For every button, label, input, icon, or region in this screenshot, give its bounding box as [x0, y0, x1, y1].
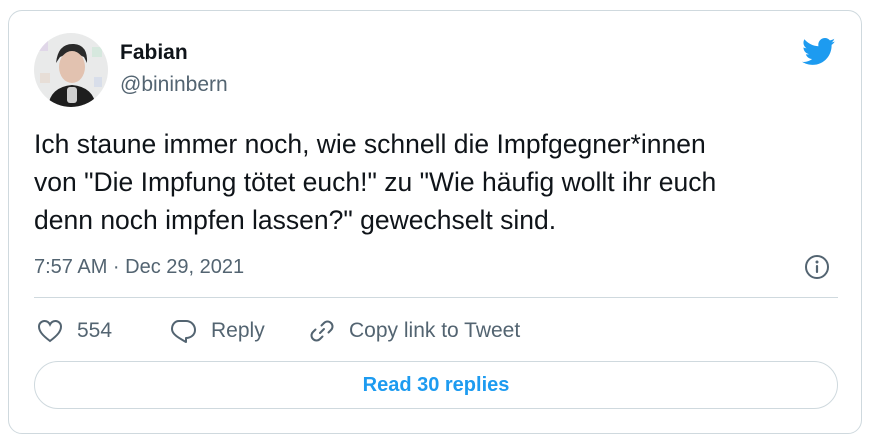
link-icon [310, 320, 334, 342]
divider [34, 297, 838, 298]
tweet-timestamp[interactable]: 7:57 AM · Dec 29, 2021 [34, 256, 244, 279]
author-handle[interactable]: @bininbern [120, 73, 228, 97]
reply-button[interactable]: Reply [169, 316, 265, 346]
copy-link-button[interactable]: Copy link to Tweet [309, 316, 520, 346]
info-icon[interactable] [804, 254, 830, 280]
read-replies-label: Read 30 replies [362, 373, 510, 396]
avatar[interactable] [34, 33, 108, 107]
reply-label: Reply [211, 319, 265, 342]
tweet-card: Fabian @bininbern Ich staune immer noch,… [8, 10, 862, 434]
heart-icon [37, 319, 63, 343]
like-button[interactable]: 554 [37, 316, 112, 346]
read-replies-button[interactable]: Read 30 replies [34, 361, 838, 409]
tweet-text: Ich staune immer noch, wie schnell die I… [34, 129, 717, 235]
copy-link-label: Copy link to Tweet [349, 319, 521, 342]
twitter-bird-icon[interactable] [802, 38, 836, 66]
author-name[interactable]: Fabian [120, 41, 188, 65]
like-count: 554 [77, 319, 113, 342]
reply-icon [171, 320, 196, 343]
